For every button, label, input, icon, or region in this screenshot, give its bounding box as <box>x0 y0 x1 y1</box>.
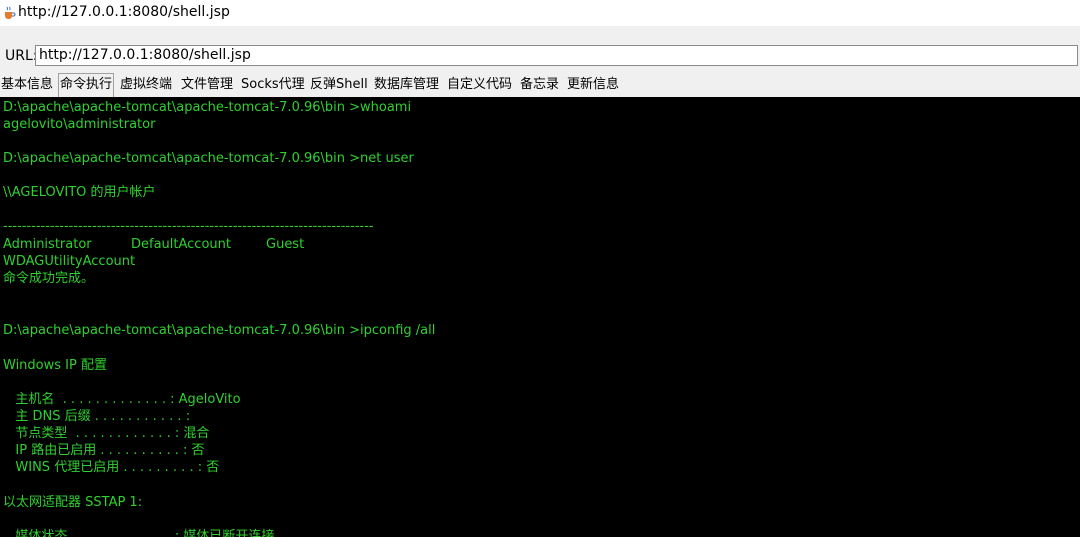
output-line: 媒体状态 . . . . . . . . . . . . : 媒体已断开连接 <box>3 529 275 537</box>
tab-command-exec[interactable]: 命令执行 <box>58 73 115 97</box>
output-line: WINS 代理已启用 . . . . . . . . . : 否 <box>3 460 220 475</box>
output-line: IP 路由已启用 . . . . . . . . . . : 否 <box>3 443 205 458</box>
command-output-area[interactable]: D:\apache\apache-tomcat\apache-tomcat-7.… <box>0 97 1080 537</box>
output-line: \\AGELOVITO 的用户帐户 <box>3 185 156 200</box>
separator-line: ----------------------------------------… <box>3 219 374 234</box>
command-line: D:\apache\apache-tomcat\apache-tomcat-7.… <box>3 100 412 115</box>
tab-basic-info[interactable]: 基本信息 <box>0 75 54 96</box>
url-bar: URL: http://127.0.0.1:8080/shell.jsp <box>0 26 1080 72</box>
output-line: 节点类型 . . . . . . . . . . . . : 混合 <box>3 426 210 441</box>
tab-update-info[interactable]: 更新信息 <box>566 75 620 96</box>
output-line: 以太网适配器 SSTAP 1: <box>3 495 143 510</box>
command-line: D:\apache\apache-tomcat\apache-tomcat-7.… <box>3 151 414 166</box>
tab-bar: 基本信息 命令执行 虚拟终端 文件管理 Socks代理 反弹Shell 数据库管… <box>0 72 1080 97</box>
java-cup-icon <box>5 6 16 19</box>
command-line: D:\apache\apache-tomcat\apache-tomcat-7.… <box>3 323 436 338</box>
output-line: agelovito\administrator <box>3 117 156 132</box>
tab-reverse-shell[interactable]: 反弹Shell <box>309 75 369 96</box>
user-entry: Guest <box>266 237 305 252</box>
user-entry: Administrator <box>3 237 92 252</box>
output-line: 主 DNS 后缀 . . . . . . . . . . . : <box>3 409 191 424</box>
tab-socks-proxy[interactable]: Socks代理 <box>240 75 306 96</box>
user-entry: DefaultAccount <box>131 237 231 252</box>
window-title-bar: http://127.0.0.1:8080/shell.jsp <box>0 0 1080 26</box>
window-title: http://127.0.0.1:8080/shell.jsp <box>18 4 230 20</box>
url-label: URL: <box>5 48 38 64</box>
tab-file-manager[interactable]: 文件管理 <box>180 75 234 96</box>
output-line: Windows IP 配置 <box>3 358 107 373</box>
output-line: 命令成功完成。 <box>3 271 95 286</box>
tab-custom-code[interactable]: 自定义代码 <box>446 75 513 96</box>
user-entry: WDAGUtilityAccount <box>3 254 136 269</box>
tab-virtual-terminal[interactable]: 虚拟终端 <box>119 75 173 96</box>
url-input-value: http://127.0.0.1:8080/shell.jsp <box>39 47 251 63</box>
output-line: 主机名 . . . . . . . . . . . . . : AgeloVit… <box>3 392 241 407</box>
tab-memo[interactable]: 备忘录 <box>519 75 560 96</box>
url-input[interactable]: http://127.0.0.1:8080/shell.jsp <box>35 45 1078 66</box>
tab-database-manager[interactable]: 数据库管理 <box>373 75 440 96</box>
